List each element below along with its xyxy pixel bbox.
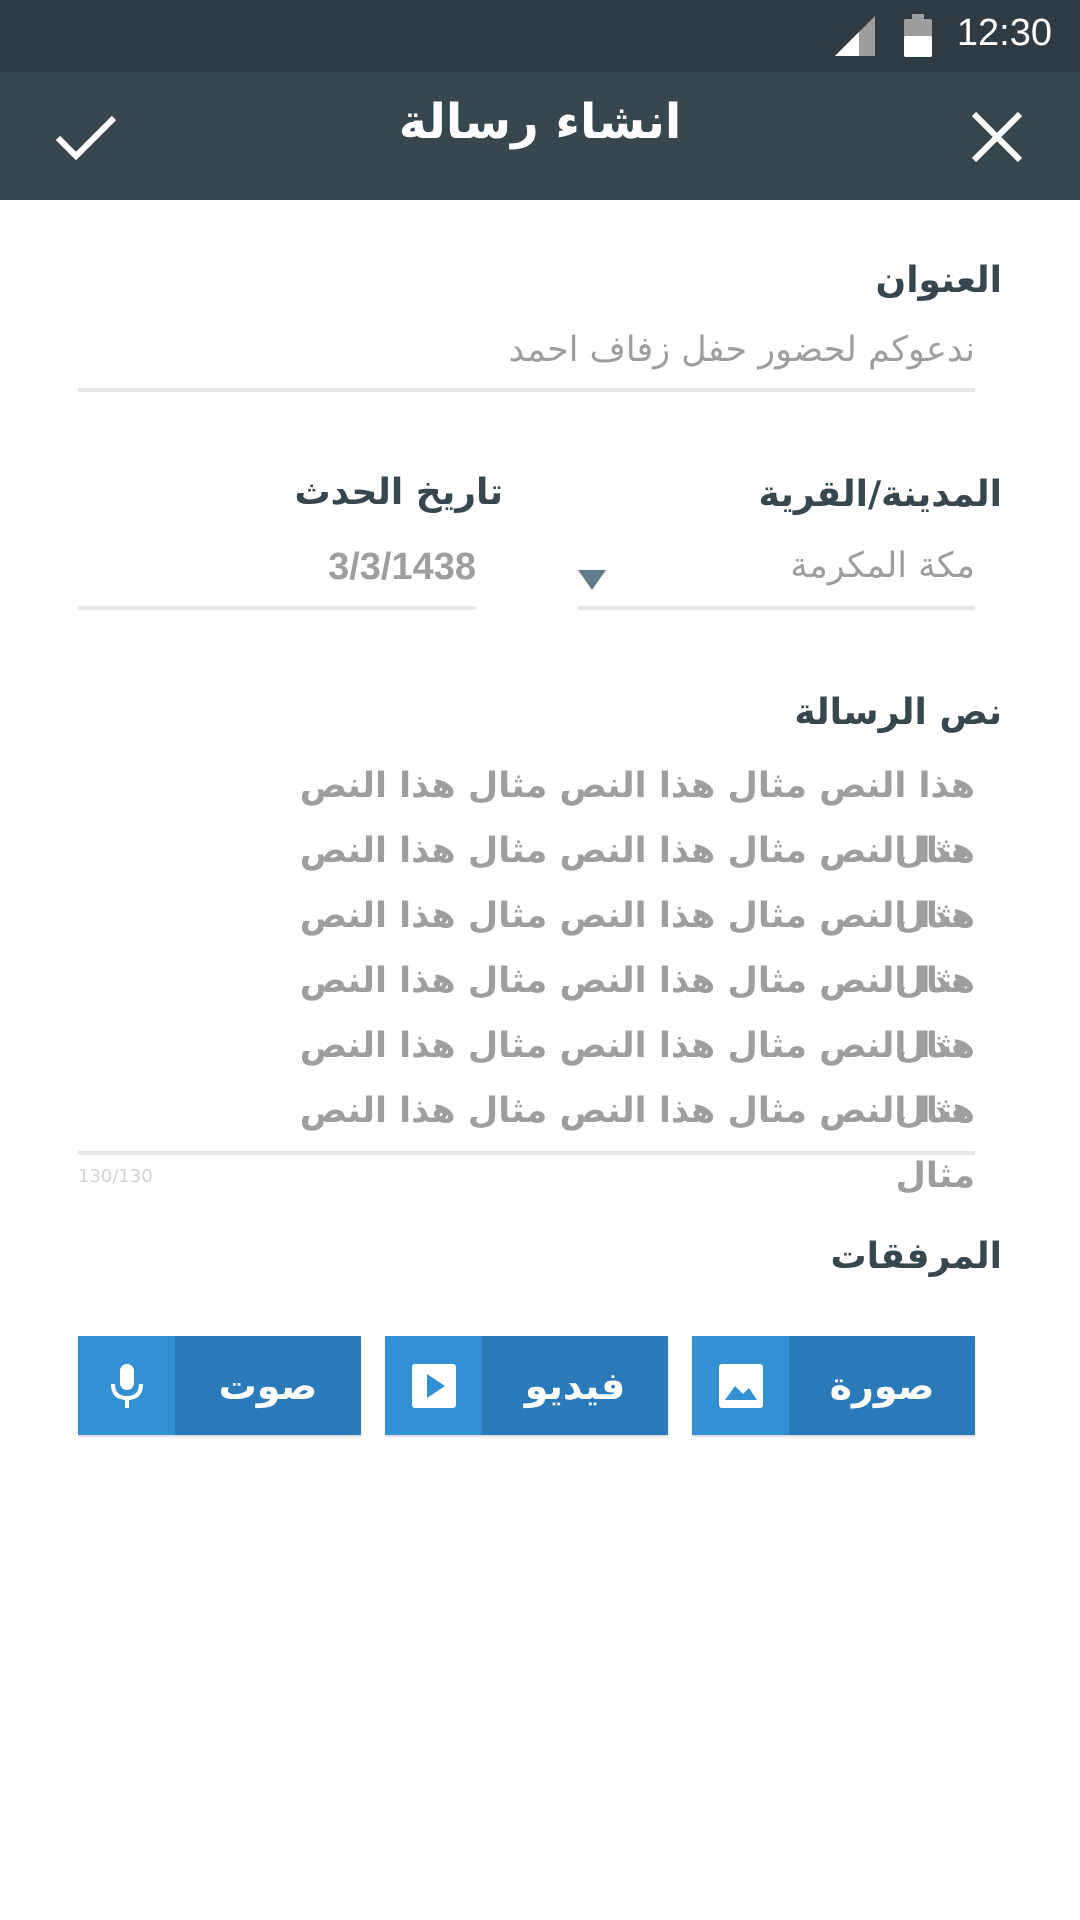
character-counter: 130/130: [78, 1166, 153, 1187]
message-line: هذا النص مثال هذا النص مثال هذا النص مثا…: [299, 1026, 975, 1131]
attach-video-label: فيديو: [524, 1363, 626, 1408]
subject-underline: [78, 388, 975, 392]
attach-audio-label: صوت: [218, 1363, 318, 1408]
city-underline: [578, 606, 975, 610]
app-bar: انشاء رسالة: [0, 72, 1080, 200]
message-label: نص الرسالة: [794, 692, 1002, 733]
status-time: 12:30: [956, 12, 1052, 54]
close-icon[interactable]: [962, 102, 1032, 172]
attach-video-button[interactable]: فيديو: [385, 1336, 668, 1435]
attachments-label: المرفقات: [830, 1236, 1002, 1277]
message-line: هذا النص مثال هذا النص مثال هذا النص مثا…: [299, 896, 975, 1001]
video-play-icon: [385, 1336, 482, 1435]
status-bar: 12:30: [0, 0, 1080, 72]
signal-icon: [835, 16, 875, 56]
dropdown-arrow-icon[interactable]: [578, 570, 606, 590]
attach-image-button[interactable]: صورة: [692, 1336, 975, 1435]
city-label: المدينة/القرية: [758, 474, 1003, 515]
city-select[interactable]: مكة المكرمة: [640, 546, 975, 586]
message-line: هذا النص مثال هذا النص مثال هذا النص مثا…: [299, 831, 975, 936]
message-line: هذا النص مثال هذا النص مثال هذا النص مثا…: [299, 766, 975, 871]
image-icon: [692, 1336, 789, 1435]
subject-label: العنوان: [875, 260, 1002, 301]
microphone-icon: [78, 1336, 175, 1435]
message-underline: [78, 1151, 975, 1155]
page-title: انشاء رسالة: [398, 94, 682, 150]
event-date-underline: [78, 606, 476, 610]
event-date-field[interactable]: 3/3/1438: [220, 546, 476, 589]
attach-audio-button[interactable]: صوت: [78, 1336, 361, 1435]
event-date-label: تاريخ الحدث: [294, 472, 503, 513]
message-line: هذا النص مثال هذا النص مثال هذا النص مثا…: [299, 1091, 975, 1196]
battery-icon: [904, 14, 932, 57]
subject-field[interactable]: ندعوكم لحضور حفل زفاف احمد: [240, 330, 975, 370]
message-line: هذا النص مثال هذا النص مثال هذا النص مثا…: [299, 961, 975, 1066]
attach-image-label: صورة: [829, 1363, 935, 1408]
message-textarea[interactable]: هذا النص مثال هذا النص مثال هذا النص مثا…: [240, 754, 975, 1196]
